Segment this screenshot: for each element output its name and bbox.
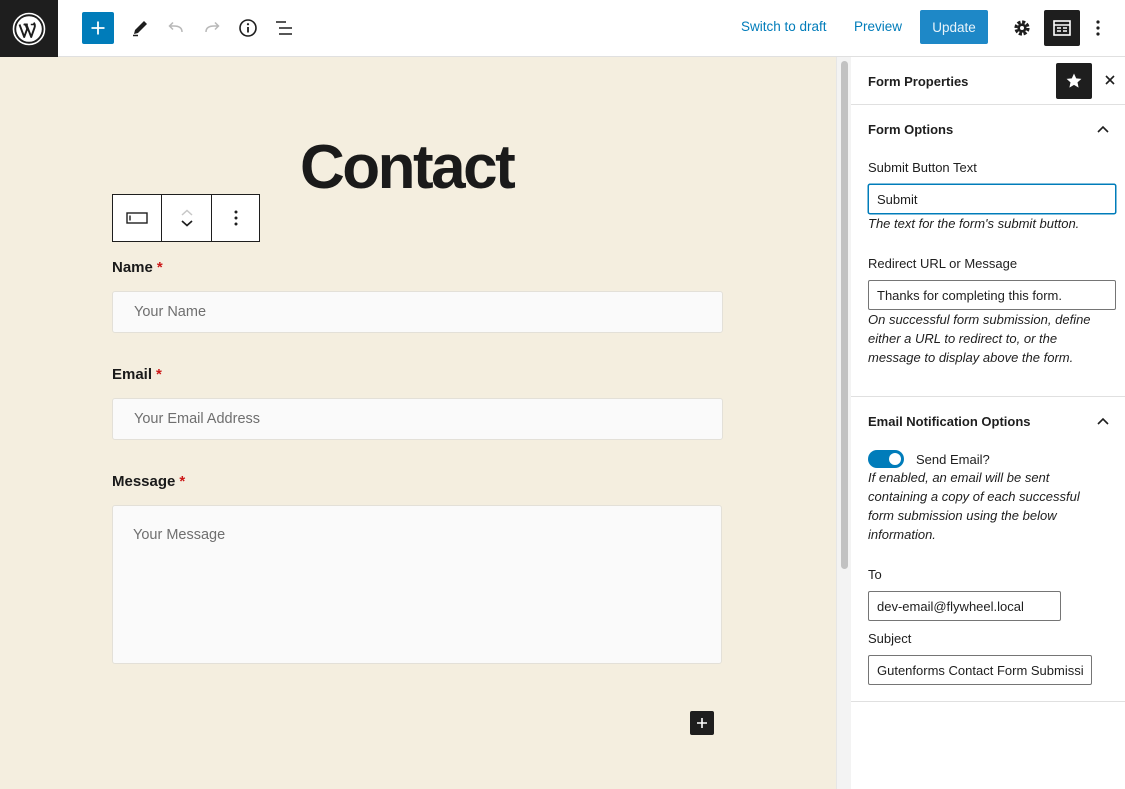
wordpress-logo-button[interactable] bbox=[0, 0, 58, 57]
to-email-input[interactable] bbox=[868, 591, 1061, 621]
block-inserter-button[interactable] bbox=[690, 711, 714, 735]
send-email-toggle[interactable] bbox=[868, 450, 904, 468]
undo-icon bbox=[168, 21, 183, 33]
submit-button-help-text: The text for the form's submit button. bbox=[868, 216, 1080, 231]
email-field-label: Email * bbox=[112, 366, 162, 383]
form-panel-icon bbox=[1053, 20, 1071, 36]
page-title[interactable]: Contact bbox=[300, 132, 516, 204]
subject-input[interactable] bbox=[868, 655, 1092, 685]
close-sidebar-button[interactable] bbox=[1101, 71, 1119, 89]
block-toolbar bbox=[112, 194, 260, 242]
block-type-button[interactable] bbox=[113, 195, 162, 241]
chevron-up-icon[interactable] bbox=[1096, 122, 1110, 136]
switch-to-draft-button[interactable]: Switch to draft bbox=[741, 19, 827, 34]
subject-label: Subject bbox=[868, 631, 912, 646]
block-panel-toggle-button[interactable] bbox=[1044, 10, 1080, 46]
redirect-label: Redirect URL or Message bbox=[868, 256, 1018, 271]
undo-button[interactable] bbox=[159, 11, 193, 45]
info-icon bbox=[239, 19, 257, 37]
block-mover bbox=[162, 195, 212, 241]
name-field-label: Name * bbox=[112, 259, 163, 276]
editor-canvas: Contact Name* Email* Message* bbox=[0, 57, 836, 789]
pin-to-toolbar-button[interactable] bbox=[1056, 63, 1092, 99]
settings-sidebar: Form Properties Form Options Submit Butt… bbox=[851, 57, 1125, 789]
sidebar-header: Form Properties bbox=[851, 57, 1125, 105]
name-input[interactable] bbox=[112, 291, 723, 333]
preview-button[interactable]: Preview bbox=[854, 19, 902, 34]
panel-divider bbox=[851, 701, 1125, 702]
email-options-panel-toggle[interactable]: Email Notification Options bbox=[868, 414, 1031, 429]
edit-mode-button[interactable] bbox=[123, 11, 157, 45]
vertical-ellipsis-icon bbox=[1096, 20, 1100, 36]
required-indicator: * bbox=[156, 259, 163, 276]
scrollbar-thumb[interactable] bbox=[841, 61, 848, 569]
details-button[interactable] bbox=[231, 11, 265, 45]
panel-divider bbox=[851, 396, 1125, 397]
canvas-scrollbar[interactable] bbox=[836, 57, 851, 789]
submit-button-text-label: Submit Button Text bbox=[868, 160, 977, 175]
wordpress-icon bbox=[12, 12, 46, 45]
gear-icon bbox=[1014, 20, 1030, 36]
add-block-button[interactable] bbox=[82, 12, 114, 44]
message-textarea[interactable] bbox=[112, 505, 722, 664]
editor-top-toolbar: Switch to draft Preview Update bbox=[0, 0, 1125, 57]
plus-icon bbox=[91, 21, 105, 35]
star-icon bbox=[1066, 73, 1082, 88]
pencil-icon bbox=[133, 21, 147, 37]
required-indicator: * bbox=[156, 366, 162, 383]
redirect-input[interactable] bbox=[868, 280, 1116, 310]
list-view-button[interactable] bbox=[267, 11, 301, 45]
block-options-button[interactable] bbox=[212, 195, 259, 241]
list-view-icon bbox=[276, 21, 292, 35]
required-indicator: * bbox=[179, 473, 186, 490]
sidebar-title: Form Properties bbox=[868, 74, 969, 89]
update-button[interactable]: Update bbox=[920, 10, 988, 44]
redo-icon bbox=[205, 21, 220, 33]
message-field-label: Message * bbox=[112, 473, 186, 490]
plus-icon bbox=[697, 718, 707, 728]
chevron-down-icon[interactable] bbox=[180, 218, 194, 228]
vertical-ellipsis-icon bbox=[234, 210, 237, 226]
chevron-up-icon[interactable] bbox=[180, 208, 194, 218]
more-options-button[interactable] bbox=[1081, 11, 1115, 45]
redo-button[interactable] bbox=[195, 11, 229, 45]
close-icon bbox=[1105, 75, 1115, 85]
chevron-up-icon[interactable] bbox=[1096, 414, 1110, 428]
to-label: To bbox=[868, 567, 882, 582]
toggle-knob bbox=[889, 453, 901, 465]
email-input[interactable] bbox=[112, 398, 723, 440]
send-email-help-text: If enabled, an email will be sent contai… bbox=[868, 470, 1080, 542]
send-email-label: Send Email? bbox=[916, 452, 990, 467]
submit-button-text-input[interactable] bbox=[868, 184, 1116, 214]
redirect-help-text: On successful form submission, define ei… bbox=[868, 312, 1091, 365]
input-field-icon bbox=[126, 212, 148, 224]
settings-button[interactable] bbox=[1005, 11, 1039, 45]
form-options-panel-toggle[interactable]: Form Options bbox=[868, 122, 953, 137]
